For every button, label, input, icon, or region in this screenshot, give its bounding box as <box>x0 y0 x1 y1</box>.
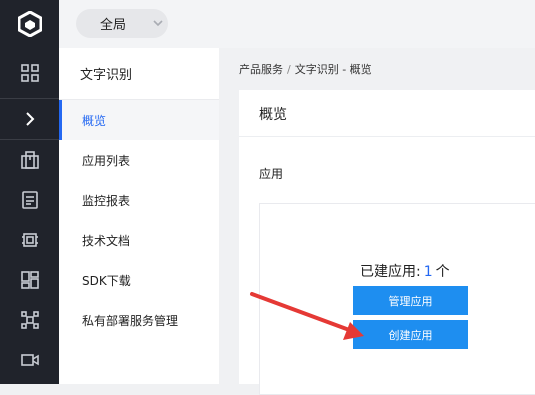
breadcrumb: 产品服务 / 文字识别 - 概览 <box>239 61 372 77</box>
sidebar-item-private-deploy[interactable]: 私有部署服务管理 <box>59 300 219 340</box>
document-icon[interactable] <box>0 180 59 220</box>
network-icon[interactable] <box>0 300 59 340</box>
top-bar: 全局 <box>59 0 535 48</box>
sidebar-item-label: 概览 <box>82 113 107 128</box>
scope-selector[interactable]: 全局 <box>76 9 168 38</box>
sidebar-item-app-list[interactable]: 应用列表 <box>59 140 219 180</box>
apps-count-unit: 个 <box>435 264 450 280</box>
chip-icon[interactable] <box>0 220 59 260</box>
apps-count-text: 已建应用: 1 个 <box>360 261 450 281</box>
video-icon[interactable] <box>0 340 59 380</box>
grid-icon[interactable] <box>0 53 59 93</box>
sidebar-item-monitoring[interactable]: 监控报表 <box>59 180 219 220</box>
overview-card-header: 概览 <box>239 90 535 137</box>
manage-apps-button[interactable]: 管理应用 <box>353 286 468 315</box>
sidebar-item-label: SDK下载 <box>82 273 131 288</box>
apps-card: 应用 已建应用: 1 个 管理应用 创建应用 <box>239 137 535 395</box>
sidebar-item-sdk[interactable]: SDK下载 <box>59 260 219 300</box>
sidebar-item-label: 监控报表 <box>82 193 131 208</box>
sidebar-item-label: 私有部署服务管理 <box>82 313 179 328</box>
apps-count-prefix: 已建应用: <box>360 264 421 280</box>
building-icon[interactable] <box>0 140 59 180</box>
expand-chevron-icon[interactable] <box>0 99 59 139</box>
page-title: 概览 <box>259 107 287 123</box>
dashboard-icon[interactable] <box>0 260 59 300</box>
breadcrumb-current: 文字识别 - 概览 <box>294 63 372 76</box>
section-title: 应用 <box>259 167 284 181</box>
sidebar-title: 文字识别 <box>80 68 133 83</box>
breadcrumb-separator: / <box>287 63 291 76</box>
sidebar-item-label: 应用列表 <box>82 153 131 168</box>
icon-rail <box>0 0 59 384</box>
main-content: 产品服务 / 文字识别 - 概览 概览 应用 已建应用: 1 个 管理应用 创建应用 <box>219 48 535 395</box>
scope-label: 全局 <box>100 18 127 33</box>
logo-icon[interactable] <box>0 0 59 48</box>
apps-count-value[interactable]: 1 <box>424 264 433 280</box>
sidebar-item-overview[interactable]: 概览 <box>59 100 219 140</box>
secondary-sidebar: 文字识别 概览 应用列表 监控报表 技术文档 SDK下载 私有部署服务管理 <box>59 48 219 384</box>
sidebar-item-label: 技术文档 <box>82 233 131 248</box>
breadcrumb-link-products[interactable]: 产品服务 <box>239 63 283 76</box>
chevron-down-icon <box>153 20 163 27</box>
apps-panel: 已建应用: 1 个 管理应用 创建应用 <box>259 203 535 395</box>
create-app-button[interactable]: 创建应用 <box>353 320 468 349</box>
sidebar-item-docs[interactable]: 技术文档 <box>59 220 219 260</box>
